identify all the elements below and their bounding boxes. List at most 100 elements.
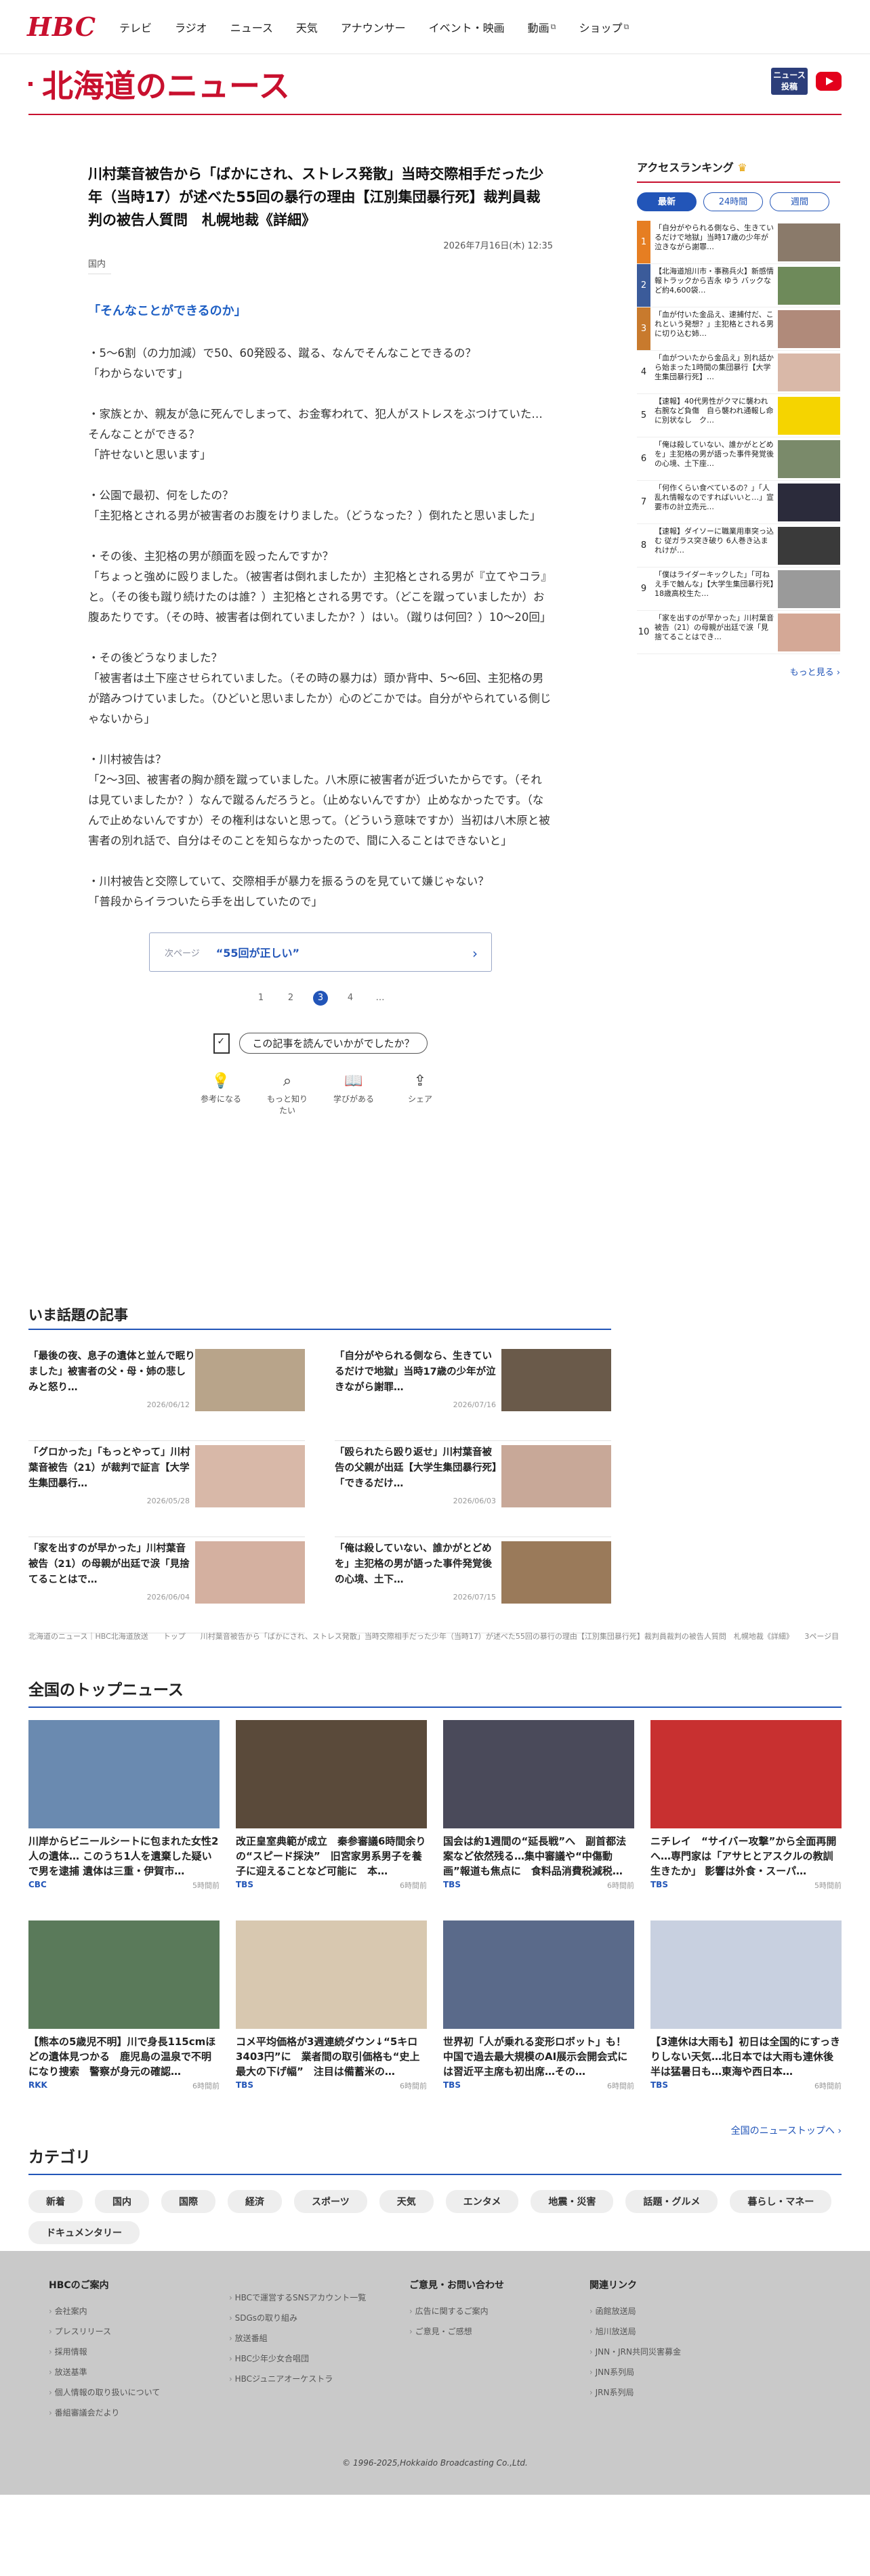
popular-text-wrap: 「最後の夜、息子の遺体と並んで眠りました」被害者の父・母・姉の悲しみと怒り… 20… xyxy=(28,1349,195,1440)
popular-item[interactable]: 「家を出すのが早かった」川村葉音被告（21）の母親が出廷で涙「見捨てることはで…… xyxy=(28,1539,305,1633)
national-item[interactable]: ニチレイ “サイバー攻撃”から全面再開へ…専門家は「アサヒとアスクルの教訓生きた… xyxy=(650,1720,842,1920)
ranking-number: 7 xyxy=(640,497,647,507)
ranking-item[interactable]: 2 【北海道旭川市・事務兵火】新感情報トラックから吉永 ゆう バックなど約4,60… xyxy=(637,264,840,307)
national-item[interactable]: コメ平均価格が3週連続ダウン↓“5キロ3403円”に 業者間の取引価格も“史上最… xyxy=(236,1920,427,2121)
ranking-thumbnail xyxy=(778,526,840,565)
ranking-thumbnail xyxy=(778,439,840,478)
national-item[interactable]: 川岸からビニールシートに包まれた女性2人の遺体… このうち1人を遺棄した疑いで男… xyxy=(28,1720,220,1920)
ranking-text: 「俺は殺していない、誰かがとどめを」主犯格の男が語った事件発覚後の心境、土下座… xyxy=(655,439,774,468)
ranking-tab[interactable]: 最新 xyxy=(637,192,697,211)
footer-link[interactable]: SDGsの取り組み xyxy=(229,2308,409,2328)
popular-item[interactable]: 「殴られたら殴り返せ」川村葉音被告の父親が出廷【大学生集団暴行死】「できるだけ…… xyxy=(335,1442,611,1537)
footer-link[interactable]: HBC少年少女合唱団 xyxy=(229,2348,409,2369)
footer-link[interactable]: JNN・JRN共同災害募金 xyxy=(589,2342,770,2362)
nav-item-1[interactable]: ラジオ xyxy=(175,19,207,35)
national-item[interactable]: 世界初「人が乗れる変形ロボット」も！中国で過去最大規模のAI展示会開会式には習近… xyxy=(443,1920,634,2121)
footer-link[interactable]: 採用情報 xyxy=(49,2342,229,2362)
national-source: TBS xyxy=(443,2080,461,2090)
ranking-tab[interactable]: 24時間 xyxy=(703,192,763,211)
ranking-item[interactable]: 10 「家を出すのが早かった」川村葉音被告（21）の母親が出廷で涙「見捨てることは… xyxy=(637,611,840,654)
reaction-button[interactable]: ⇪ シェア xyxy=(396,1073,444,1116)
category-chip[interactable]: 地震・災害 xyxy=(531,2190,614,2213)
national-item[interactable]: 【熊本の5歳児不明】川で身長115cmほどの遺体見つかる 鹿児島の温泉で不明にな… xyxy=(28,1920,220,2121)
page-link[interactable]: 4 xyxy=(343,991,358,1006)
footer-link[interactable]: 函館放送局 xyxy=(589,2301,770,2321)
ranking-item[interactable]: 9 「僕はライダーキックした」「可ねえ手で触んな」【大学生集団暴行死】18歳高校生… xyxy=(637,567,840,611)
footer-link[interactable]: HBCで運営するSNSアカウント一覧 xyxy=(229,2288,409,2308)
section-title: 北海道のニュース xyxy=(42,68,290,104)
article-category[interactable]: 国内 xyxy=(88,257,111,274)
nav-item-5[interactable]: イベント・映画 xyxy=(429,19,505,35)
page-link: … xyxy=(375,993,385,1003)
category-chip[interactable]: ドキュメンタリー xyxy=(28,2221,140,2244)
category-chip[interactable]: エンタメ xyxy=(445,2190,519,2213)
ranking-item[interactable]: 4 「血がついたから金品え」別れ話から始まった1時間の集団暴行【大学生集団暴行死】… xyxy=(637,351,840,394)
footer-link[interactable]: 放送基準 xyxy=(49,2362,229,2382)
footer-link[interactable]: 旭川放送局 xyxy=(589,2321,770,2342)
popular-item[interactable]: 「自分がやられる側なら、生きているだけで地獄」当時17歳の少年が泣きながら謝罪…… xyxy=(335,1346,611,1441)
category-chip[interactable]: 新着 xyxy=(28,2190,83,2213)
nav-item-7[interactable]: ショップ ⧉ xyxy=(579,19,629,35)
page-link[interactable]: 1 xyxy=(253,991,268,1006)
nav-item-4[interactable]: アナウンサー xyxy=(341,19,406,35)
next-page-link[interactable]: 次ページ “55回が正しい” › xyxy=(149,932,492,972)
footer-link[interactable]: 放送番組 xyxy=(229,2328,409,2348)
national-time: 6時間前 xyxy=(607,2082,634,2090)
footer-link[interactable]: プレスリリース xyxy=(49,2321,229,2342)
ranking-more-link[interactable]: もっと見る › xyxy=(637,665,840,678)
reaction-button[interactable]: 📖 学びがある xyxy=(330,1073,377,1116)
ranking-item[interactable]: 1 「自分がやられる側なら、生きているだけで地獄」当時17歳の少年が泣きながら謝罪… xyxy=(637,221,840,264)
national-source: TBS xyxy=(236,2080,253,2090)
share-icon: ⇪ xyxy=(413,1073,427,1090)
ranking-item[interactable]: 3 「血が付いた金品え、速捕付だ、これという発想？」主犯格とされる男に切り込む姉… xyxy=(637,307,840,351)
popular-date: 2026/06/12 xyxy=(146,1400,190,1409)
category-chip[interactable]: スポーツ xyxy=(294,2190,367,2213)
ranking-item[interactable]: 7 「何作くらい食べているの？」「人乱れ情報なのですればいいと…」宣要市の計立売元… xyxy=(637,481,840,524)
reaction-button[interactable]: ⌕ もっと知りたい xyxy=(264,1073,311,1116)
national-item[interactable]: 【3連休は大雨も】初日は全国的にすっきりしない天気…北日本では大雨も連休後半は猛… xyxy=(650,1920,842,2121)
reaction-button[interactable]: 💡 参考になる xyxy=(197,1073,245,1116)
category-chip[interactable]: 話題・グルメ xyxy=(625,2190,718,2213)
popular-thumbnail xyxy=(501,1349,611,1411)
national-item[interactable]: 国会は約1週間の“延長戦”へ 副首都法案など依然残る…集中審議や“中傷動画”報道… xyxy=(443,1720,634,1920)
ranking-list: 1 「自分がやられる側なら、生きているだけで地獄」当時17歳の少年が泣きながら謝罪… xyxy=(637,221,840,654)
hbc-logo[interactable]: HBC xyxy=(27,12,96,42)
news-submit-button[interactable]: ニュース投稿 xyxy=(771,68,808,95)
category-chip[interactable]: 国内 xyxy=(95,2190,149,2213)
nav-item-2[interactable]: ニュース xyxy=(230,19,273,35)
page-link[interactable]: 3 xyxy=(313,991,328,1006)
popular-thumbnail xyxy=(195,1349,305,1411)
popular-item[interactable]: 「グロかった」「もっとやって」川村葉音被告（21）が裁判で証言【大学生集団暴行…… xyxy=(28,1442,305,1537)
ranking-item[interactable]: 5 【速報】40代男性がクマに襲われ右腕など負傷 自ら襲われ通報し命に別状なし ク… xyxy=(637,394,840,437)
ranking-text: 【速報】40代男性がクマに襲われ右腕など負傷 自ら襲われ通報し命に別状なし ク… xyxy=(655,396,774,425)
popular-grid: 「最後の夜、息子の遺体と並んで眠りました」被害者の父・母・姉の悲しみと怒り… 20… xyxy=(28,1346,611,1635)
ranking-item[interactable]: 8 【速報】ダイソーに職業用車突っ込む 従ガラス突き破り 6人巻き込まれけが… xyxy=(637,524,840,567)
footer-link[interactable]: JNN系列局 xyxy=(589,2362,770,2382)
category-list: 新着 国内 国際 経済 スポーツ 天気 エンタメ 地震・災害 話題・グルメ 暮らし・マネードキュメ… xyxy=(28,2190,842,2244)
ranking-text: 「血がついたから金品え」別れ話から始まった1時間の集団暴行【大学生集団暴行死】… xyxy=(655,353,774,381)
category-chip[interactable]: 国際 xyxy=(161,2190,215,2213)
category-chip[interactable]: 経済 xyxy=(228,2190,282,2213)
popular-item[interactable]: 「最後の夜、息子の遺体と並んで眠りました」被害者の父・母・姉の悲しみと怒り… 20… xyxy=(28,1346,305,1441)
footer-link[interactable]: 広告に関するご案内 xyxy=(409,2301,589,2321)
popular-item[interactable]: 「俺は殺していない、誰かがとどめを」主犯格の男が語った事件発覚後の心境、土下… 2… xyxy=(335,1539,611,1633)
footer-link[interactable]: JRN系列局 xyxy=(589,2382,770,2403)
nav-item-0[interactable]: テレビ xyxy=(119,19,152,35)
national-more-link[interactable]: 全国のニューストップへ › xyxy=(28,2124,842,2137)
footer-link[interactable]: ご意見・ご感想 xyxy=(409,2321,589,2342)
nav-item-6[interactable]: 動画 ⧉ xyxy=(528,19,556,35)
category-chip[interactable]: 暮らし・マネー xyxy=(730,2190,832,2213)
category-chip[interactable]: 天気 xyxy=(379,2190,434,2213)
page-link[interactable]: 2 xyxy=(283,991,298,1006)
ranking-text: 「家を出すのが早かった」川村葉音被告（21）の母親が出廷で涙「見捨てることはでき… xyxy=(655,613,774,641)
footer-link[interactable]: HBCジュニアオーケストラ xyxy=(229,2369,409,2389)
footer-link[interactable]: 番組審議会だより xyxy=(49,2403,229,2423)
footer-link[interactable]: 会社案内 xyxy=(49,2301,229,2321)
ranking-tab[interactable]: 週間 xyxy=(770,192,829,211)
youtube-icon[interactable] xyxy=(816,72,842,91)
national-item[interactable]: 改正皇室典範が成立 秦参審議6時間余りの“スピード採決” 旧宮家男系男子を養子に… xyxy=(236,1720,427,1920)
categories: カテゴリ 新着 国内 国際 経済 スポーツ 天気 エンタメ 地震・災害 話題・グルメ 暮らし・マネ… xyxy=(28,2144,842,2244)
nav-item-3[interactable]: 天気 xyxy=(296,19,318,35)
ranking-item[interactable]: 6 「俺は殺していない、誰かがとどめを」主犯格の男が語った事件発覚後の心境、土下座… xyxy=(637,437,840,481)
footer-link[interactable]: 個人情報の取り扱いについて xyxy=(49,2382,229,2403)
